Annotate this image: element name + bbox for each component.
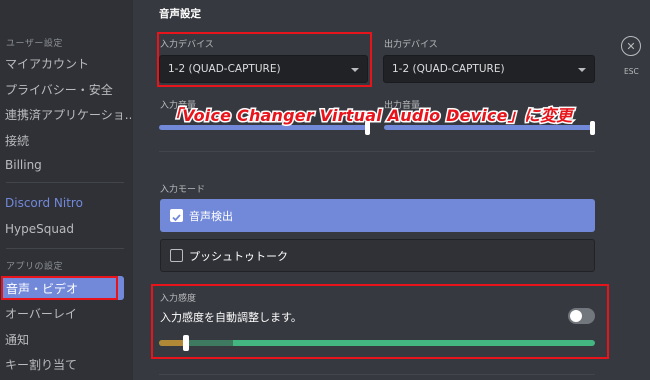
close-icon: ✕ xyxy=(626,39,636,53)
output-device-select[interactable]: 1-2 (QUAD-CAPTURE) xyxy=(383,55,595,83)
output-volume-handle[interactable] xyxy=(590,121,595,135)
sidebar-item-overlay[interactable]: オーバーレイ xyxy=(5,305,131,322)
highlight-box-voice-video xyxy=(1,276,118,300)
sidebar-item-privacy-safety[interactable]: プライバシー・安全 xyxy=(5,81,131,98)
esc-label: ESC xyxy=(624,67,639,76)
sidebar-item-authorized-apps[interactable]: 連携済アプリケーショ... xyxy=(5,106,131,123)
sidebar-item-connections[interactable]: 接続 xyxy=(5,132,131,149)
sidebar-divider xyxy=(6,248,124,249)
section-divider xyxy=(159,151,595,152)
chevron-down-icon xyxy=(578,68,586,72)
sidebar-item-notifications[interactable]: 通知 xyxy=(5,331,131,348)
section-divider xyxy=(159,374,595,375)
settings-sidebar: ユーザー設定 マイアカウント プライバシー・安全 連携済アプリケーショ... 接… xyxy=(0,0,133,380)
sidebar-item-hypesquad[interactable]: HypeSquad xyxy=(5,222,131,236)
close-button[interactable]: ✕ xyxy=(621,36,641,56)
checkbox-empty-icon xyxy=(170,249,183,262)
user-settings-header: ユーザー設定 xyxy=(6,39,63,49)
app-settings-header: アプリの設定 xyxy=(6,262,64,272)
sidebar-item-keybinds[interactable]: キー割り当て xyxy=(5,356,131,373)
highlight-box-input-device xyxy=(157,32,372,87)
page-title: 音声設定 xyxy=(159,8,201,20)
sidebar-divider xyxy=(6,182,124,183)
sidebar-item-billing[interactable]: Billing xyxy=(5,158,131,172)
output-device-value: 1-2 (QUAD-CAPTURE) xyxy=(392,63,505,75)
checkbox-checked-icon xyxy=(170,209,183,222)
voice-activity-label: 音声検出 xyxy=(189,210,233,223)
annotation-text: 「Voice Changer Virtual Audio Device」に変更 xyxy=(165,105,574,127)
input-mode-label: 入力モード xyxy=(160,185,206,195)
output-device-label: 出力デバイス xyxy=(384,40,438,50)
sidebar-item-my-account[interactable]: マイアカウント xyxy=(5,55,131,72)
sidebar-item-nitro[interactable]: Discord Nitro xyxy=(5,196,131,210)
push-to-talk-label: プッシュトゥトーク xyxy=(189,250,288,263)
highlight-box-sensitivity xyxy=(151,284,609,359)
